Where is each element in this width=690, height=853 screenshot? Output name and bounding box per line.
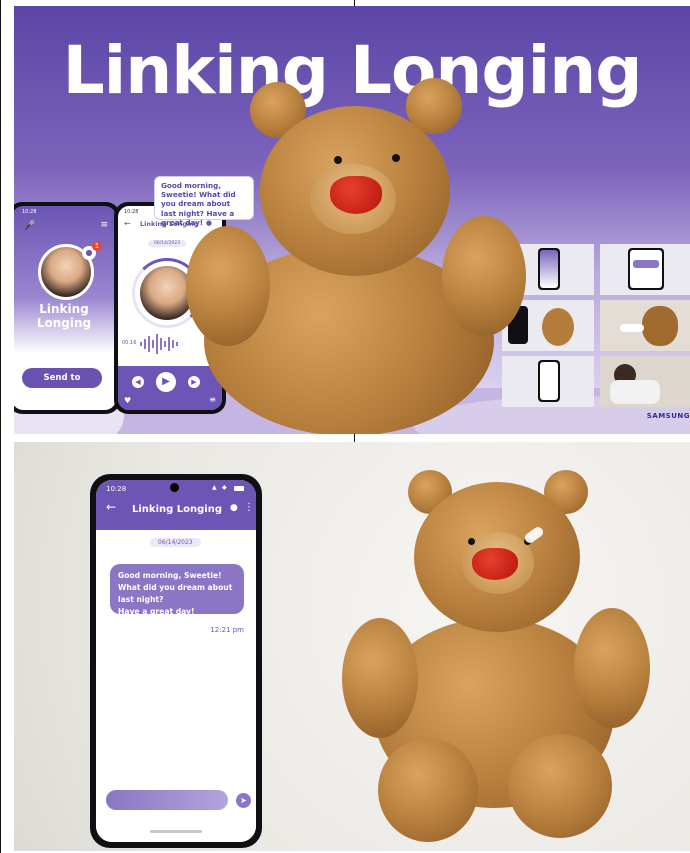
teddy-bear-image [180,76,526,434]
message-bubble: Good morning, Sweetie! What did you drea… [110,564,244,616]
send-icon[interactable]: ➤ [236,793,251,808]
camera-punch-hole [170,483,179,492]
time-start: 00:16 [122,340,137,346]
message-input[interactable] [106,790,228,810]
rewind-icon[interactable]: ◀ [132,376,144,388]
wifi-icon: ◆ [222,484,227,491]
home-indicator [150,830,202,833]
samsung-logo: SAMSUNG [646,412,690,420]
battery-icon [234,486,244,491]
mic-icon[interactable]: 🎤 [24,221,35,231]
promo-banner: Linking Longing 10:28 🎤 ≡ ● 1 Linking Lo… [14,6,690,434]
heart-icon[interactable]: ♥ [124,396,131,405]
status-time: 10:28 [22,209,37,215]
date-chip: 06/14/2023 [150,538,201,547]
signal-icon: ▲ [212,484,217,491]
more-icon[interactable]: ⋮ [244,502,254,513]
message-timestamp: 12:21 pm [210,626,244,634]
teddy-bear-photo [338,468,650,848]
chat-phone: 10:28 ▲ ◆ ← Linking Longing ● ⋮ 06/14/20… [90,474,262,848]
product-photo: 10:28 ▲ ◆ ← Linking Longing ● ⋮ 06/14/20… [14,442,690,851]
home-phone: 10:28 🎤 ≡ ● 1 Linking Longing Send to Me… [14,202,120,414]
message-line: What did you dream about last night? [118,583,233,604]
thumb-6 [600,356,690,407]
app-logo-line1: Linking [39,302,89,316]
status-time: 10:28 [106,485,127,493]
back-arrow-icon[interactable]: ← [124,219,131,228]
play-icon[interactable]: ▶ [156,372,176,392]
bear-icon[interactable]: ● [230,503,238,513]
send-to-message-button[interactable]: Send to Message [22,368,102,403]
app-logo-line2: Longing [36,316,92,330]
frame-mid-tick [354,434,355,442]
status-time: 10:28 [124,209,139,215]
chat-title: Linking Longing [132,504,222,515]
frame-left-border [0,0,1,853]
back-arrow-icon[interactable]: ← [106,500,116,514]
notification-badge: 1 [92,241,102,251]
message-line: Have a great day! [118,607,195,616]
thumb-4 [600,300,690,351]
menu-icon[interactable]: ≡ [100,220,108,230]
message-line: Good morning, Sweetie! [118,571,222,580]
thumb-2 [600,244,690,295]
